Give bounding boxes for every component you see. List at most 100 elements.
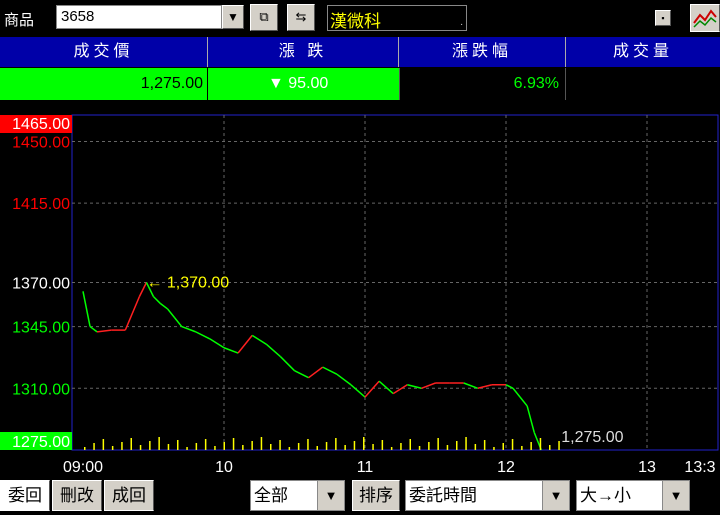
copy-icon[interactable]: ⧉: [250, 4, 278, 31]
volume-bar: [502, 443, 504, 450]
switch-icon[interactable]: ⇆: [287, 4, 315, 31]
header-change-pct: 漲跌幅: [399, 37, 566, 67]
volume-bar: [381, 440, 384, 450]
volume-bar: [232, 438, 235, 450]
product-label: 商品: [4, 12, 35, 29]
volume-bar: [214, 446, 216, 450]
volume-bar: [139, 445, 142, 450]
y-tick-label: 1450.00: [12, 134, 70, 151]
volume-bar: [446, 445, 449, 450]
product-code-input[interactable]: 3658: [56, 5, 222, 29]
price-line-segment: [336, 373, 352, 386]
volume-bar: [93, 443, 95, 450]
volume-bar: [372, 444, 374, 450]
price-line-segment: [477, 384, 493, 390]
volume-bar: [474, 444, 477, 450]
price-line-segment: [152, 296, 162, 305]
x-tick-label: 10: [215, 459, 233, 476]
y-tick-label: 1345.00: [12, 320, 70, 337]
volume-bar: [297, 443, 300, 450]
price-line-segment: [223, 347, 239, 354]
price-line-segment: [308, 366, 324, 379]
volume-bar: [102, 439, 105, 450]
x-tick-label: 13:3: [684, 459, 715, 476]
volume-bar: [390, 447, 393, 450]
volume-bar: [549, 445, 551, 450]
tab-modify[interactable]: 刪改: [52, 480, 102, 511]
price-line-segment: [378, 380, 394, 395]
price-line-segment: [407, 384, 422, 390]
volume-bar: [195, 443, 198, 450]
volume-bar: [260, 437, 263, 450]
sort-order-dropdown-icon[interactable]: ▼: [662, 481, 689, 510]
value-change-pct: 6.93%: [399, 68, 566, 100]
last-price-annotation: 1,275.00: [561, 429, 623, 446]
price-line-segment: [160, 303, 169, 310]
y-tick-label: 1465.00: [12, 116, 70, 133]
volume-bar: [279, 440, 281, 450]
sort-field-select[interactable]: 委託時間 ▼: [405, 480, 570, 511]
tab-trades[interactable]: 成回: [104, 480, 154, 511]
volume-bar: [121, 442, 123, 450]
price-line-segment: [512, 387, 521, 398]
y-tick-label: 1415.00: [12, 196, 70, 213]
price-line-segment: [124, 296, 141, 331]
tab-orders[interactable]: 委回: [0, 480, 50, 511]
volume-bar: [344, 445, 346, 450]
volume-bar: [363, 437, 365, 450]
volume-bar: [511, 439, 514, 450]
menu-small-icon[interactable]: ▪: [655, 10, 671, 26]
header-volume: 成交量: [566, 37, 720, 67]
volume-bar: [437, 438, 439, 450]
price-line-segment: [463, 382, 479, 389]
header-change: 漲 跌: [208, 37, 399, 67]
price-line-segment: [195, 331, 211, 340]
price-line-segment: [265, 343, 281, 358]
price-line-segment: [174, 317, 183, 328]
volume-bar: [307, 439, 309, 450]
price-line-segment: [97, 329, 112, 333]
price-line-segment: [294, 369, 309, 379]
volume-bar: [242, 445, 244, 450]
volume-bar: [130, 438, 132, 450]
x-tick-label: 09:00: [63, 459, 103, 476]
price-line-segment: [82, 291, 91, 327]
volume-bar: [158, 437, 160, 450]
top-toolbar: 商品 3658 ▼ ⧉ ⇆ 漢微科 . ▪: [0, 0, 720, 37]
price-line-segment: [181, 325, 197, 333]
value-change: ▼ 95.00: [208, 68, 399, 100]
volume-bar: [418, 446, 421, 450]
stock-name-box: 漢微科 .: [327, 5, 467, 31]
filter-select[interactable]: 全部 ▼: [250, 480, 345, 511]
price-line-segment: [350, 384, 366, 398]
sort-field-dropdown-icon[interactable]: ▼: [542, 481, 569, 510]
volume-bar: [149, 441, 151, 450]
volume-bar: [335, 438, 337, 450]
volume-bar: [251, 441, 253, 450]
volume-bar: [530, 442, 532, 450]
chart-toggle-icon[interactable]: [690, 4, 720, 32]
volume-bar: [400, 443, 402, 450]
price-line-segment: [237, 334, 253, 354]
sort-field-value: 委託時間: [409, 486, 477, 505]
product-dropdown-button[interactable]: ▼: [222, 5, 244, 29]
volume-bar: [186, 447, 188, 450]
volume-bar: [270, 444, 272, 450]
filter-dropdown-icon[interactable]: ▼: [317, 481, 344, 510]
price-line-segment: [167, 308, 176, 319]
price-line-segment: [505, 384, 514, 389]
volume-bar: [409, 439, 411, 450]
y-tick-label: 1310.00: [12, 381, 70, 398]
y-tick-label: 1275.00: [12, 434, 70, 451]
volume-bar: [167, 444, 170, 450]
price-line-segment: [322, 366, 338, 375]
y-tick-label: 1370.00: [12, 276, 70, 293]
volume-bar: [465, 437, 467, 450]
volume-bar: [111, 446, 114, 450]
sort-order-select[interactable]: 大→小 ▼: [576, 480, 690, 511]
price-line-segment: [392, 384, 408, 395]
volume-bar: [325, 442, 328, 450]
volume-bar: [288, 447, 291, 450]
header-price: 成交價: [0, 37, 208, 67]
sort-order-value: 大→小: [580, 486, 631, 505]
